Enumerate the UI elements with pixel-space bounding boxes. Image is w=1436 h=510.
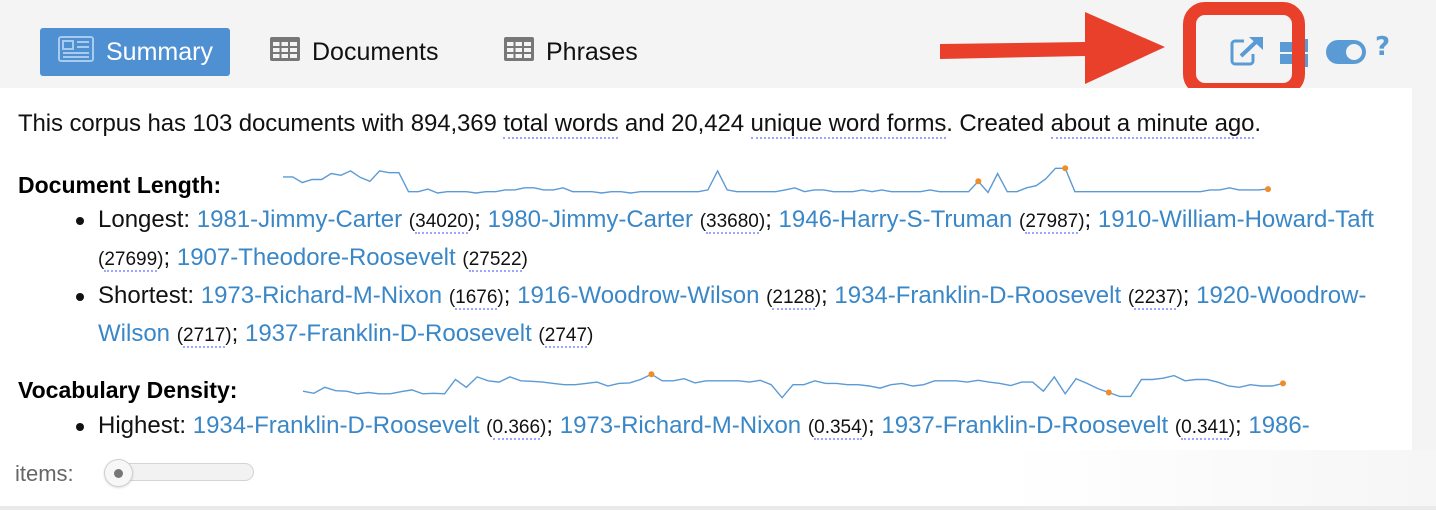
document-link[interactable]: 1973-Richard-M-Nixon xyxy=(201,282,442,309)
document-value-number[interactable]: 1676 xyxy=(455,287,498,310)
summary-text-part: This corpus has 103 documents with 894,3… xyxy=(18,110,504,137)
document-value-number[interactable]: 34020 xyxy=(415,211,468,234)
document-value: (27987) xyxy=(1019,211,1085,234)
document-value: (2237) xyxy=(1127,287,1183,310)
document-value-number[interactable]: 2717 xyxy=(183,325,226,348)
longest-label: Longest: xyxy=(98,206,191,233)
document-length-title: Document Length: xyxy=(18,172,222,198)
newspaper-icon xyxy=(58,35,94,69)
shortest-item: Shortest: 1973-Richard-M-Nixon (1676); 1… xyxy=(70,278,1400,354)
document-link[interactable]: 1907-Theodore-Roosevelt xyxy=(177,244,456,271)
table-icon xyxy=(504,36,534,68)
tab-phrases[interactable]: Phrases xyxy=(504,28,638,76)
document-value-number[interactable]: 0.354 xyxy=(814,417,862,440)
sparkline-marker-last[interactable] xyxy=(1265,186,1271,193)
document-value-number[interactable]: 27987 xyxy=(1025,211,1079,234)
sparkline-marker-min[interactable] xyxy=(975,178,982,185)
longest-docs: 1981-Jimmy-Carter (34020); 1980-Jimmy-Ca… xyxy=(98,206,1374,272)
document-value: (2128) xyxy=(766,287,822,310)
document-value: (0.354) xyxy=(807,417,869,440)
summary-text-part: and 20,424 xyxy=(618,110,751,137)
shortest-label: Shortest: xyxy=(98,282,195,309)
document-value-number[interactable]: 27522 xyxy=(468,249,522,272)
longest-item: Longest: 1981-Jimmy-Carter (34020); 1980… xyxy=(70,202,1400,278)
vocabulary-density-list: Highest: 1934-Franklin-D-Roosevelt (0.36… xyxy=(70,408,1400,446)
document-value: (0.341) xyxy=(1174,417,1236,440)
document-value: (0.366) xyxy=(486,417,547,440)
document-value-number[interactable]: 33680 xyxy=(706,211,759,234)
tab-documents[interactable]: Documents xyxy=(270,28,438,76)
document-link[interactable]: 1973-Richard-M-Nixon xyxy=(560,412,801,439)
document-link[interactable]: 1937-Franklin-D-Roosevelt xyxy=(245,320,532,347)
document-value: (33680) xyxy=(699,211,766,234)
document-link[interactable]: 1934-Franklin-D-Roosevelt xyxy=(193,412,480,439)
created-time[interactable]: about a minute ago xyxy=(1050,110,1254,139)
highest-label: Highest: xyxy=(98,412,187,439)
help-icon[interactable]: ? xyxy=(1375,32,1390,62)
document-value: (27522) xyxy=(462,249,528,272)
document-value: (2747) xyxy=(538,325,594,348)
document-value-number[interactable]: 0.366 xyxy=(492,417,541,440)
items-label: items: xyxy=(15,461,74,486)
table-icon xyxy=(270,36,300,68)
tab-summary-label: Summary xyxy=(106,37,213,66)
document-link[interactable]: 1986- xyxy=(1248,412,1309,439)
document-link[interactable]: 1910-William-Howard-Taft xyxy=(1098,206,1374,233)
sparkline-marker-last[interactable] xyxy=(1280,380,1286,387)
document-value: (34020) xyxy=(408,211,475,234)
document-link[interactable]: 1934-Franklin-D-Roosevelt xyxy=(834,282,1121,309)
document-value-number[interactable]: 2237 xyxy=(1134,287,1177,310)
top-toolbar: Summary Documents Phrases ? xyxy=(0,0,1436,96)
sparkline-line xyxy=(302,373,1284,399)
vocabulary-density-sparkline[interactable] xyxy=(298,368,1288,404)
document-value: (2717) xyxy=(176,325,232,348)
document-value-number[interactable]: 2747 xyxy=(544,325,588,348)
corpus-summary-text: This corpus has 103 documents with 894,3… xyxy=(18,110,1261,139)
total-words-term[interactable]: total words xyxy=(503,110,618,139)
sparkline-marker-max[interactable] xyxy=(1062,165,1069,172)
document-value-number[interactable]: 27699 xyxy=(104,249,158,272)
toggle-on-icon[interactable] xyxy=(1326,40,1366,69)
document-length-sparkline[interactable] xyxy=(278,162,1273,198)
items-slider-handle[interactable] xyxy=(104,459,133,487)
document-link[interactable]: 1937-Franklin-D-Roosevelt xyxy=(881,412,1168,439)
summary-text-part: . Created xyxy=(946,110,1051,137)
document-value: (1676) xyxy=(448,287,504,310)
document-link[interactable]: 1946-Harry-S-Truman xyxy=(779,206,1013,233)
document-link[interactable]: 1981-Jimmy-Carter xyxy=(197,206,402,233)
summary-panel: This corpus has 103 documents with 894,3… xyxy=(0,88,1412,450)
highest-item: Highest: 1934-Franklin-D-Roosevelt (0.36… xyxy=(70,408,1400,446)
annotation-arrow xyxy=(940,12,1165,84)
shortest-docs: 1973-Richard-M-Nixon (1676); 1916-Woodro… xyxy=(98,282,1367,348)
sparkline-marker-min[interactable] xyxy=(1105,389,1112,396)
highest-docs: 1934-Franklin-D-Roosevelt (0.366); 1973-… xyxy=(192,412,1310,440)
summary-text-part: . xyxy=(1254,110,1261,137)
scrollbar-gutter[interactable] xyxy=(1412,88,1436,510)
sparkline-marker-max[interactable] xyxy=(648,371,655,378)
vocabulary-density-title: Vocabulary Density: xyxy=(18,377,238,403)
footer-divider xyxy=(0,506,1436,510)
document-length-list: Longest: 1981-Jimmy-Carter (34020); 1980… xyxy=(70,202,1400,354)
tab-phrases-label: Phrases xyxy=(546,37,638,66)
tab-summary[interactable]: Summary xyxy=(40,28,230,76)
document-link[interactable]: 1916-Woodrow-Wilson xyxy=(517,282,759,309)
document-link[interactable]: 1980-Jimmy-Carter xyxy=(488,206,693,233)
annotation-highlight-box xyxy=(1183,2,1305,96)
document-value-number[interactable]: 0.341 xyxy=(1181,417,1229,440)
tab-documents-label: Documents xyxy=(312,37,439,66)
document-value: (27699) xyxy=(98,249,164,272)
document-value-number[interactable]: 2128 xyxy=(772,287,815,310)
sparkline-line xyxy=(283,167,1269,194)
unique-word-forms-term[interactable]: unique word forms xyxy=(750,110,946,139)
